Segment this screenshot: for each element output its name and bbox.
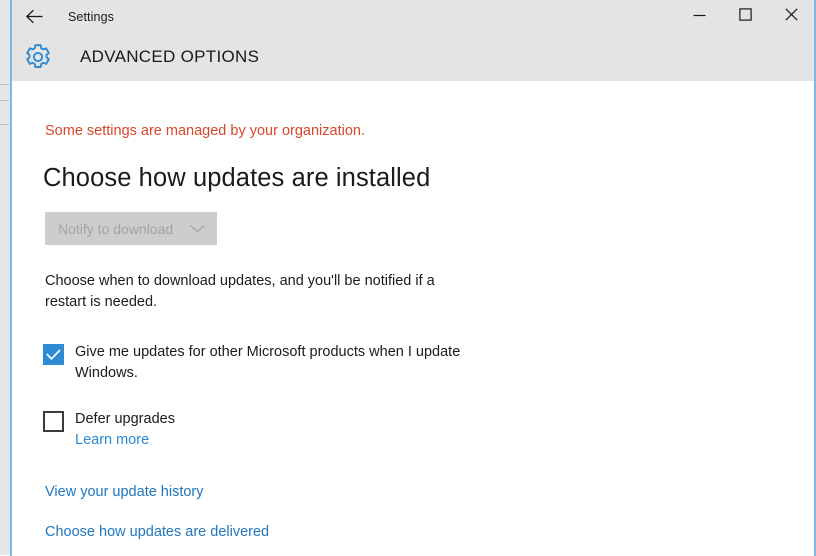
view-update-history-link[interactable]: View your update history [45, 484, 204, 500]
learn-more-link[interactable]: Learn more [75, 432, 149, 448]
update-mode-dropdown-value: Notify to download [58, 220, 174, 237]
page-title: Choose how updates are installed [43, 164, 431, 192]
checkbox-label-defer-upgrades: Defer upgrades [75, 411, 175, 427]
window-controls [676, 0, 814, 33]
title-bar[interactable]: Settings [12, 0, 814, 33]
checkbox-defer-upgrades[interactable] [43, 411, 64, 432]
gear-icon [22, 41, 54, 73]
content-pane: Some settings are managed by your organi… [12, 81, 814, 556]
back-button[interactable] [12, 0, 56, 33]
maximize-icon [738, 7, 752, 26]
update-mode-dropdown[interactable]: Notify to download [45, 212, 217, 245]
window-title: Settings [68, 9, 114, 24]
choose-updates-delivered-link[interactable]: Choose how updates are delivered [45, 524, 269, 540]
background-window-divider [0, 124, 9, 125]
checkbox-row-defer-upgrades[interactable]: Defer upgrades [43, 409, 175, 432]
background-window-divider [0, 100, 9, 101]
settings-window: Settings ADVANCED OPTIONS Some settings … [10, 0, 816, 556]
close-icon [784, 7, 798, 26]
background-window-divider [0, 84, 9, 85]
checkbox-label-microsoft-products: Give me updates for other Microsoft prod… [75, 344, 461, 381]
minimize-button[interactable] [676, 0, 722, 33]
checkbox-row-microsoft-products[interactable]: Give me updates for other Microsoft prod… [43, 342, 479, 384]
minimize-icon [693, 8, 706, 26]
page-header-title: ADVANCED OPTIONS [80, 47, 260, 66]
page-header: ADVANCED OPTIONS [12, 33, 814, 81]
maximize-button[interactable] [722, 0, 768, 33]
close-button[interactable] [768, 0, 814, 33]
chevron-down-icon [189, 223, 206, 234]
update-mode-description: Choose when to download updates, and you… [45, 273, 435, 310]
checkbox-microsoft-products[interactable] [43, 344, 64, 365]
back-arrow-icon [25, 9, 44, 24]
org-managed-notice: Some settings are managed by your organi… [45, 123, 365, 139]
